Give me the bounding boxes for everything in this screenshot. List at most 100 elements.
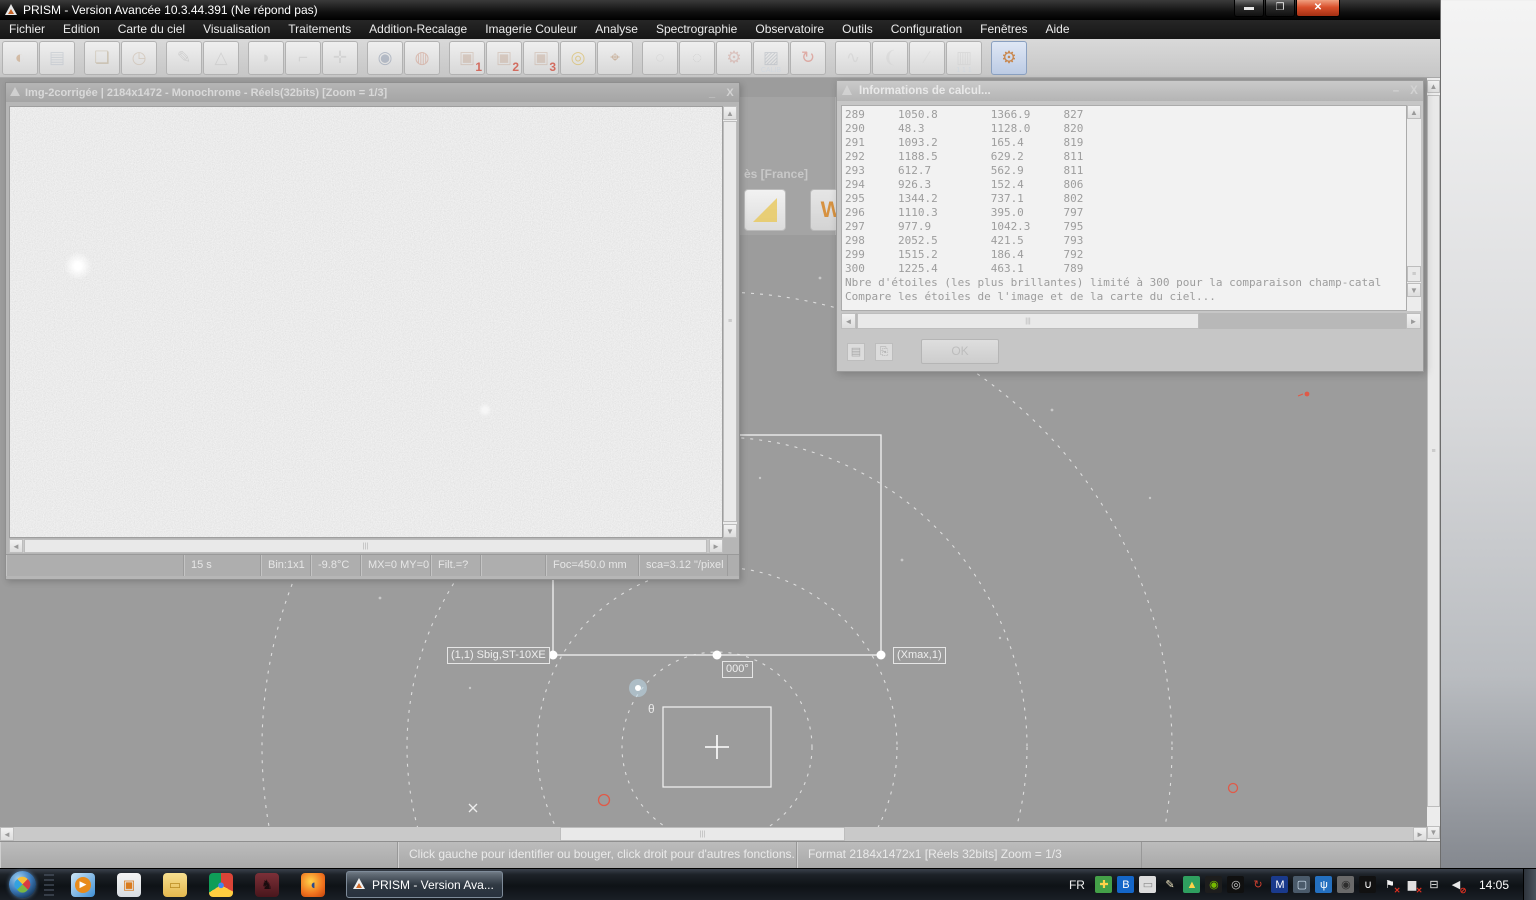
- scroll-right-icon[interactable]: ►: [1406, 313, 1421, 329]
- magnifier-image-button[interactable]: ◉: [367, 41, 403, 75]
- messenger-icon[interactable]: M: [1271, 876, 1288, 893]
- menu-fichier[interactable]: Fichier: [0, 20, 54, 39]
- curve-button[interactable]: ∿: [835, 41, 871, 75]
- plug-icon[interactable]: ⊟: [1425, 876, 1442, 893]
- minimize-button[interactable]: ▬: [1234, 0, 1264, 17]
- image-hscrollbar[interactable]: ◄ ||| ►: [9, 539, 723, 553]
- star-measurements-text[interactable]: 289 1050.8 1366.9 827 290 48.3 1128.0 82…: [841, 105, 1407, 311]
- scroll-right-icon[interactable]: ►: [709, 539, 723, 553]
- pen-tablet-icon[interactable]: ✎: [1161, 876, 1178, 893]
- photo-viewer-icon[interactable]: ▣: [117, 873, 141, 897]
- starfield-image[interactable]: [9, 106, 723, 538]
- measure-tool-button[interactable]: ⌐: [285, 41, 321, 75]
- info-window-titlebar[interactable]: Informations de calcul... – X: [837, 81, 1423, 101]
- menu-spectrographie[interactable]: Spectrographie: [647, 20, 746, 39]
- taskbar-prism-button[interactable]: PRISM - Version Ava...: [346, 871, 503, 898]
- language-indicator[interactable]: FR: [1069, 878, 1085, 892]
- scroll-right-icon[interactable]: ►: [1413, 827, 1427, 841]
- info-minimize-button[interactable]: –: [1387, 85, 1405, 97]
- taskbar-clock[interactable]: 14:05: [1479, 878, 1509, 892]
- sync-icon[interactable]: ↻: [1249, 876, 1266, 893]
- image-vscrollbar[interactable]: ▲ ≡ ▼: [723, 106, 737, 538]
- menu-addition-recalage[interactable]: Addition-Recalage: [360, 20, 476, 39]
- motor-yellow-button[interactable]: ◎: [560, 41, 596, 75]
- disk-utility-icon[interactable]: ▭: [1139, 876, 1156, 893]
- info-vscroll-thumb[interactable]: ≡: [1407, 266, 1421, 282]
- firefox-icon[interactable]: ◖: [301, 873, 325, 897]
- image-close-button[interactable]: X: [721, 87, 739, 99]
- rotate-red-button[interactable]: ↻: [790, 41, 826, 75]
- save-button[interactable]: ▤: [39, 41, 75, 75]
- image-window-titlebar[interactable]: Img-2corrigée | 2184x1472 - Monochrome -…: [6, 83, 739, 102]
- info-vscrollbar[interactable]: ▲ ≡ ▼: [1407, 105, 1421, 311]
- slash-button[interactable]: ∕: [909, 41, 945, 75]
- plus-tool-button[interactable]: ✛: [322, 41, 358, 75]
- dotted-globe-button[interactable]: ◌: [679, 41, 715, 75]
- menu-observatoire[interactable]: Observatoire: [746, 20, 833, 39]
- info-hscrollbar[interactable]: ◄ ||| ►: [841, 313, 1421, 329]
- info-close-button[interactable]: X: [1405, 85, 1423, 97]
- display-settings-icon[interactable]: ▢: [1293, 876, 1310, 893]
- mdi-hscrollbar[interactable]: ◄ ||| ►: [0, 827, 1427, 841]
- chrome-icon[interactable]: ●: [209, 873, 233, 897]
- system-health-icon[interactable]: ✚: [1095, 876, 1112, 893]
- menu-fenetres[interactable]: Fenêtres: [971, 20, 1036, 39]
- camera-2-button[interactable]: ▣2: [486, 41, 522, 75]
- hand-button[interactable]: ❨: [872, 41, 908, 75]
- image-hscroll-thumb[interactable]: |||: [24, 539, 707, 553]
- image-minimize-button[interactable]: _: [703, 87, 721, 99]
- gear-robot-button[interactable]: ⚙: [991, 41, 1027, 75]
- calib-button[interactable]: ▨CALIB: [753, 41, 789, 75]
- wrench-button[interactable]: ⚙: [716, 41, 752, 75]
- scroll-left-icon[interactable]: ◄: [9, 539, 23, 553]
- menu-analyse[interactable]: Analyse: [586, 20, 647, 39]
- camera-icon[interactable]: ◉: [1337, 876, 1354, 893]
- hand-disk-button[interactable]: ◍: [404, 41, 440, 75]
- scroll-up-icon[interactable]: ▲: [1427, 80, 1440, 93]
- drop-button[interactable]: ○: [642, 41, 678, 75]
- scroll-down-icon[interactable]: ▼: [1427, 826, 1440, 839]
- align-tool-button[interactable]: △: [203, 41, 239, 75]
- mdi-hscroll-thumb[interactable]: |||: [560, 827, 845, 841]
- restore-button[interactable]: ❐: [1265, 0, 1295, 17]
- globe-warning-icon[interactable]: ▲: [1183, 876, 1200, 893]
- mdi-vscrollbar[interactable]: ▲ ≡ ▼: [1427, 78, 1440, 841]
- close-button[interactable]: ✕: [1296, 0, 1340, 17]
- menu-visualisation[interactable]: Visualisation: [194, 20, 279, 39]
- histogram-button[interactable]: ▥1 1 1: [946, 41, 982, 75]
- copy-images-button[interactable]: ❏: [84, 41, 120, 75]
- network-error-icon[interactable]: ▆✕: [1403, 876, 1420, 893]
- menu-configuration[interactable]: Configuration: [882, 20, 971, 39]
- ok-button[interactable]: OK: [921, 339, 999, 364]
- menu-outils[interactable]: Outils: [833, 20, 882, 39]
- camera-1-button[interactable]: ▣1: [449, 41, 485, 75]
- coffee-icon[interactable]: ∪: [1359, 876, 1376, 893]
- menu-carte-du-ciel[interactable]: Carte du ciel: [109, 20, 194, 39]
- camera-eye-icon[interactable]: ◎: [1227, 876, 1244, 893]
- focuser-button[interactable]: ⌖: [597, 41, 633, 75]
- scroll-up-icon[interactable]: ▲: [723, 106, 737, 120]
- show-desktop-button[interactable]: [1523, 869, 1536, 900]
- mdi-vscroll-thumb[interactable]: ≡: [1427, 95, 1440, 807]
- nvidia-icon[interactable]: ◉: [1205, 876, 1222, 893]
- copy-clipboard-button[interactable]: ⎘: [875, 343, 893, 361]
- image-vscroll-thumb[interactable]: ≡: [723, 121, 737, 522]
- open-image-button[interactable]: ◐: [2, 41, 38, 75]
- media-player-icon[interactable]: ▶: [71, 873, 95, 897]
- menu-edition[interactable]: Edition: [54, 20, 109, 39]
- scroll-up-icon[interactable]: ▲: [1407, 105, 1421, 119]
- crescent-tool-button[interactable]: ◗: [248, 41, 284, 75]
- menu-traitements[interactable]: Traitements: [279, 20, 360, 39]
- graphics-app-icon[interactable]: ♞: [255, 873, 279, 897]
- draw-tool-button[interactable]: ✎: [166, 41, 202, 75]
- camera-3-button[interactable]: ▣3: [523, 41, 559, 75]
- save-report-button[interactable]: ▤: [847, 343, 865, 361]
- menu-imagerie-couleur[interactable]: Imagerie Couleur: [476, 20, 586, 39]
- title-bar[interactable]: PRISM - Version Avancée 10.3.44.391 (Ne …: [0, 0, 1440, 20]
- wireless-icon[interactable]: ψ: [1315, 876, 1332, 893]
- info-clock-button[interactable]: ◷: [121, 41, 157, 75]
- start-button[interactable]: [9, 871, 36, 898]
- scroll-down-icon[interactable]: ▼: [1407, 283, 1421, 297]
- volume-muted-icon[interactable]: ◀⊘: [1447, 876, 1464, 893]
- explorer-icon[interactable]: ▭: [163, 873, 187, 897]
